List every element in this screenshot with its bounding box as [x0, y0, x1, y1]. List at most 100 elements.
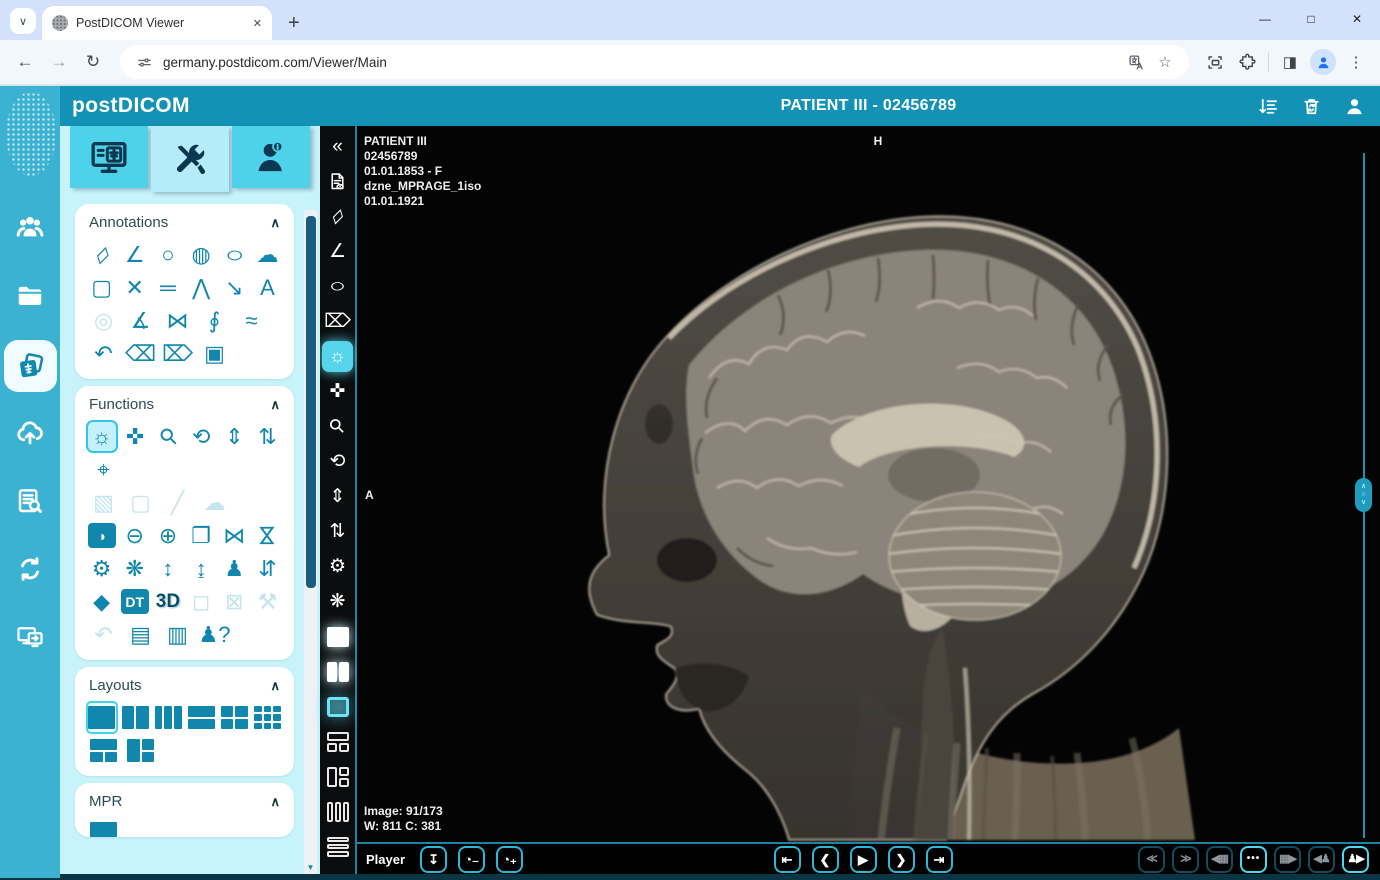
back-icon[interactable]: ←	[10, 47, 40, 77]
text-icon[interactable]: A	[252, 271, 283, 304]
sort-images-icon[interactable]: ⇵	[252, 552, 283, 585]
eraser-icon[interactable]: ⌫	[123, 337, 158, 370]
sidebar-item-folders[interactable]	[0, 272, 60, 318]
wave-icon[interactable]: ≈	[234, 304, 269, 337]
ruler-icon[interactable]: ▱	[316, 195, 360, 239]
sidebar-item-share[interactable]	[0, 614, 60, 660]
annotations-header[interactable]: Annotations ∧	[86, 212, 283, 238]
undo-state-icon[interactable]: ↶	[86, 618, 121, 651]
cross-lines-icon[interactable]: ✕	[119, 271, 150, 304]
forward-icon[interactable]: →	[44, 47, 74, 77]
pan-icon[interactable]: ✜	[322, 376, 353, 407]
bookmark-star-icon[interactable]: ☆	[1155, 52, 1175, 72]
crosshair-icon[interactable]: ⌖	[86, 453, 121, 486]
scroll-vertical-icon[interactable]: ⇕	[219, 420, 250, 453]
next-image-button[interactable]: ❯	[887, 845, 915, 873]
previous-image-button[interactable]: ❮	[811, 845, 839, 873]
reset-icon[interactable]: ⚙	[322, 551, 353, 582]
arrow-icon[interactable]: ↘	[219, 271, 250, 304]
wl-region-icon[interactable]: ▧	[86, 486, 121, 519]
kebab-menu-icon[interactable]: ⋮	[1342, 48, 1370, 76]
sort-list-icon[interactable]	[1257, 95, 1280, 118]
layout-1x3-icon[interactable]	[153, 701, 184, 734]
capture-icon[interactable]	[1201, 48, 1229, 76]
next-series-button[interactable]: ▦▶	[1274, 845, 1301, 873]
angle-icon[interactable]: ∠	[322, 236, 353, 267]
target-icon[interactable]: ◎	[86, 304, 121, 337]
save-annotation-icon[interactable]: ▣	[197, 337, 232, 370]
functions-header[interactable]: Functions ∧	[86, 394, 283, 420]
ellipse-icon[interactable]: ○	[314, 271, 361, 302]
reset-wl-icon[interactable]: ❋	[322, 586, 353, 617]
stack-scroll-icon[interactable]: ⇅	[322, 516, 353, 547]
window-maximize-icon[interactable]: □	[1288, 0, 1334, 38]
fast-backward-button[interactable]: ≪	[1138, 845, 1165, 873]
user-icon[interactable]	[1343, 95, 1366, 118]
resize-box-icon[interactable]: ◻	[186, 585, 217, 618]
collapse-v-icon[interactable]: ↨	[186, 552, 217, 585]
eraser-all-icon[interactable]: ⌦	[322, 306, 353, 337]
tab-viewer[interactable]	[70, 126, 148, 188]
sidebar-item-patients[interactable]	[0, 204, 60, 250]
circle-icon[interactable]: ○	[152, 238, 183, 271]
region-icon[interactable]: ∮	[197, 304, 232, 337]
rotate-icon[interactable]: ⟲	[322, 446, 353, 477]
select-region-icon[interactable]: ▢	[123, 486, 158, 519]
translate-icon[interactable]	[1126, 52, 1146, 72]
save-image-icon[interactable]: ▥	[160, 618, 195, 651]
layout-2x2-icon[interactable]	[219, 701, 250, 734]
window-close-icon[interactable]: ✕	[1334, 0, 1380, 38]
eraser-all-icon[interactable]: ⌦	[160, 337, 195, 370]
layout-1-2-icon[interactable]	[86, 734, 121, 767]
parallel-lines-icon[interactable]: ═	[152, 271, 183, 304]
window-level-icon[interactable]: ☼	[86, 420, 118, 453]
layout-1x2-icon[interactable]	[322, 656, 353, 687]
next-patient-button[interactable]: ♟▶	[1342, 845, 1369, 873]
tab-patient-info[interactable]	[232, 126, 310, 188]
last-image-button[interactable]: ⇥	[925, 845, 953, 873]
reload-icon[interactable]: ↻	[78, 47, 108, 77]
layout-3col-icon[interactable]	[322, 796, 353, 827]
sidebar-item-studies[interactable]	[4, 340, 57, 392]
image-slider-thumb[interactable]: ∧ ○ ∨	[1355, 478, 1372, 512]
reset-icon[interactable]: ⚙	[86, 552, 117, 585]
side-panel-icon[interactable]: ◨	[1276, 48, 1304, 76]
tag-icon[interactable]: ◆	[86, 585, 117, 618]
tab-tools[interactable]	[151, 126, 229, 192]
sidebar-item-upload[interactable]	[0, 410, 60, 456]
panel-scrollbar[interactable]: ▼	[304, 210, 317, 874]
collapse-panel-icon[interactable]: «	[322, 131, 353, 162]
sidebar-item-transfer[interactable]	[0, 546, 60, 592]
scroll-vertical-icon[interactable]: ⇕	[322, 481, 353, 512]
probe-icon[interactable]: ╱	[160, 486, 195, 519]
layout-2x1-icon[interactable]	[186, 701, 217, 734]
prev-patient-button[interactable]: ◀♟	[1308, 845, 1335, 873]
layout-1x2-icon[interactable]	[120, 701, 151, 734]
extensions-icon[interactable]	[1233, 48, 1261, 76]
new-tab-button[interactable]: +	[288, 13, 300, 33]
three-d-icon[interactable]: 3D	[152, 585, 183, 618]
layouts-header[interactable]: Layouts ∧	[86, 675, 283, 701]
export-image-icon[interactable]: ▤	[123, 618, 158, 651]
chevron-up-icon[interactable]: ∧	[270, 397, 280, 413]
tab-close-icon[interactable]: ✕	[253, 17, 262, 30]
series-list-button[interactable]: •••	[1240, 845, 1267, 873]
layout-left-2-icon[interactable]	[123, 734, 158, 767]
expand-v-icon[interactable]: ↕	[152, 552, 183, 585]
zoom-in-icon[interactable]: ⊕	[152, 519, 183, 552]
angle-2line-icon[interactable]: ∡	[123, 304, 158, 337]
polyline-icon[interactable]: ⋀	[186, 271, 217, 304]
window-minimize-icon[interactable]: —	[1242, 0, 1288, 38]
layout-left-2-icon[interactable]	[322, 761, 353, 792]
layout-3x3-icon[interactable]	[252, 701, 283, 734]
mirror-v-icon[interactable]: ⋈	[251, 520, 284, 551]
profile-avatar[interactable]	[1310, 49, 1336, 75]
flip-icon[interactable]: ❐	[186, 519, 217, 552]
play-button[interactable]: ▶	[849, 845, 877, 873]
chevron-up-icon[interactable]: ∧	[270, 678, 280, 694]
magnify-icon[interactable]: ⚲	[316, 405, 360, 449]
mirror-h-icon[interactable]: ⋈	[219, 519, 250, 552]
ellipse-icon[interactable]: ○	[211, 238, 258, 271]
mpr-layout-icon[interactable]	[86, 817, 121, 837]
zoom-out-icon[interactable]: ⊖	[119, 519, 150, 552]
